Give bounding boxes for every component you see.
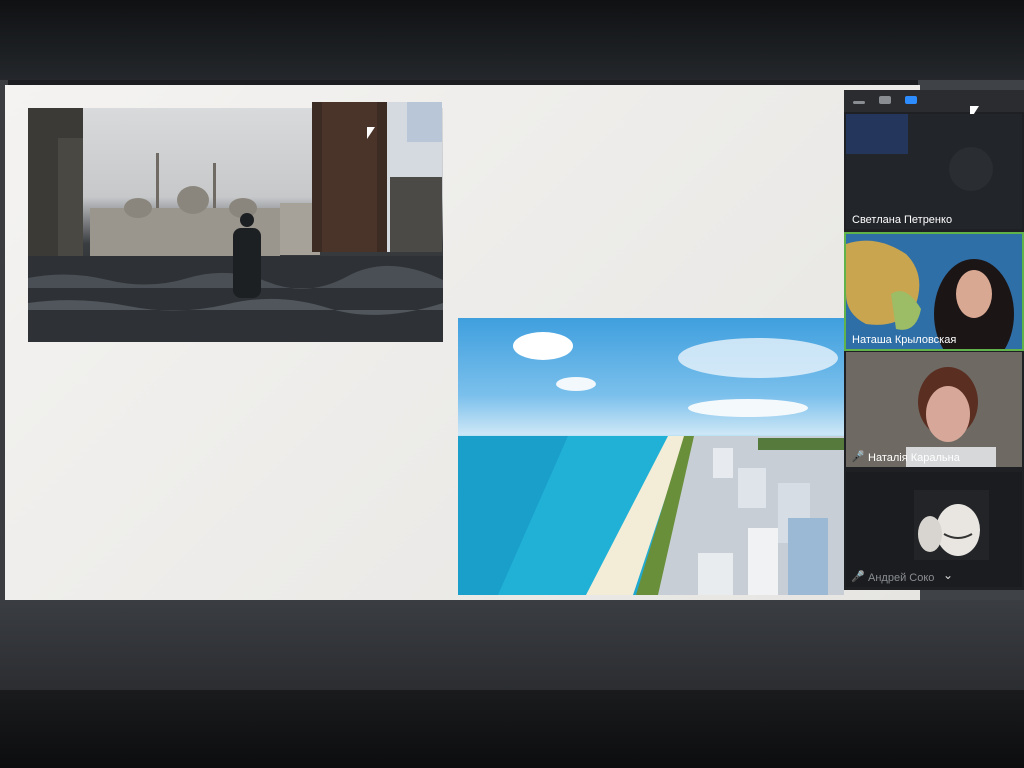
beach-aerial-photo: [458, 318, 844, 595]
participant-tile-active-speaker[interactable]: Наташа Крыловская: [844, 232, 1024, 351]
participant-name: Наталія Каральна: [868, 452, 960, 464]
mic-muted-icon: 🎤: [851, 451, 865, 463]
participant-tile[interactable]: 🎤 Наталія Каральна: [846, 352, 1022, 467]
participant-video: [846, 352, 1022, 467]
participant-video: [846, 472, 1022, 587]
chevron-down-icon[interactable]: ⌄: [943, 568, 953, 582]
participant-name: Андрей Соко: [868, 572, 935, 584]
participant-name: Наташа Крыловская: [852, 334, 957, 346]
monitor-bezel-bottom: [0, 690, 1024, 768]
cursor-icon: [367, 127, 375, 139]
screen-taskbar-area: [0, 600, 1024, 695]
participant-tile[interactable]: 🎤 Андрей Соко ⌄: [846, 472, 1022, 587]
participant-tile[interactable]: Светлана Петренко: [846, 114, 1022, 229]
minimize-icon[interactable]: [853, 101, 865, 104]
mic-muted-icon: 🎤: [851, 571, 865, 583]
participant-video: [846, 234, 1022, 349]
participant-video: [846, 114, 1022, 229]
monitor-bezel-top: [0, 0, 1024, 80]
gallery-view-icon[interactable]: [905, 96, 917, 104]
panel-toolbar: [844, 90, 1024, 112]
participant-name: Светлана Петренко: [852, 214, 953, 226]
view-icon[interactable]: [879, 96, 891, 104]
venice-tower-photo: [312, 102, 442, 252]
